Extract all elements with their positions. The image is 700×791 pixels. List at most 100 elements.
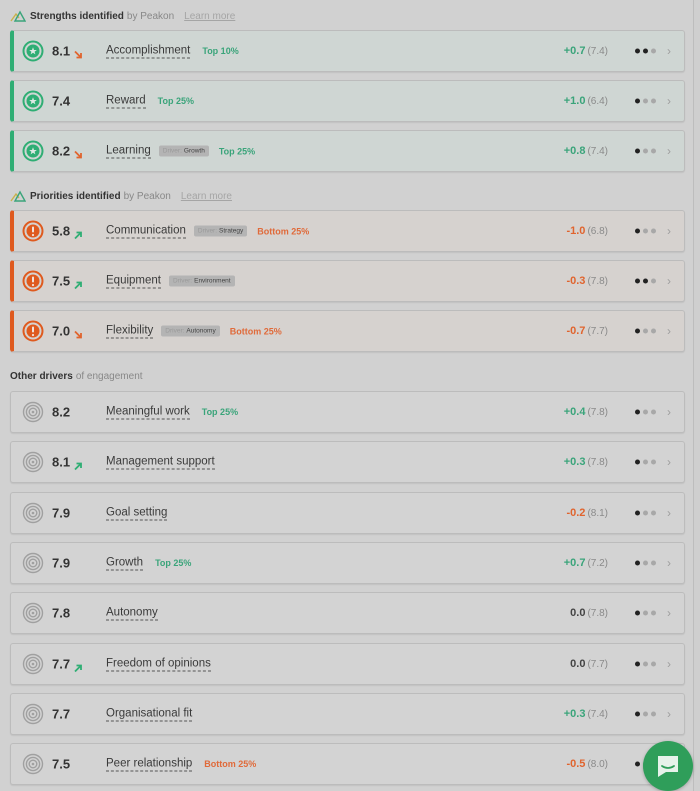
- driver-card[interactable]: 8.2 Meaningful work Top 25% +0.4 (7.8) ›: [10, 391, 685, 433]
- driver-name-link[interactable]: Freedom of opinions: [106, 656, 211, 671]
- chevron-right-icon[interactable]: ›: [667, 657, 671, 671]
- chevron-right-icon[interactable]: ›: [667, 144, 671, 158]
- confidence-dot: [635, 661, 640, 666]
- previous-score: (7.8): [587, 276, 608, 287]
- target-icon: [22, 502, 44, 524]
- confidence-dot: [635, 328, 640, 334]
- priority-card[interactable]: 5.8 Communication Driver: Strategy Bottom 25…: [10, 210, 685, 252]
- confidence-dots: [635, 328, 656, 334]
- driver-name-link[interactable]: Learning: [106, 144, 151, 159]
- confidence-dot: [651, 661, 656, 666]
- chevron-right-icon[interactable]: ›: [667, 556, 671, 570]
- chevron-right-icon[interactable]: ›: [667, 707, 671, 721]
- tag-prefix: Driver:: [165, 327, 185, 335]
- delta-value: -0.5: [566, 758, 586, 771]
- confidence-dot: [643, 328, 648, 334]
- strength-card[interactable]: 8.1 Accomplishment Top 10% +0.7 (7.4) ›: [10, 30, 685, 72]
- driver-meta: Driver: Strategy Bottom 25%: [188, 225, 310, 237]
- driver-name-link[interactable]: Reward: [106, 94, 146, 109]
- confidence-dots: [635, 98, 656, 104]
- previous-score: (8.1): [587, 507, 608, 519]
- driver-name-link[interactable]: Equipment: [106, 274, 161, 289]
- confidence-dot: [643, 98, 648, 104]
- driver-name-link[interactable]: Organisational fit: [106, 706, 193, 722]
- strength-card[interactable]: 7.4 Reward Top 25% +1.0 (6.4) ›: [10, 80, 685, 122]
- exclamation-icon: [22, 220, 44, 242]
- driver-name-link[interactable]: Management support: [106, 455, 215, 470]
- driver-card[interactable]: 7.7 Organisational fit +0.3 (7.4) ›: [10, 692, 685, 735]
- previous-score: (7.4): [587, 146, 608, 157]
- target-icon: [22, 602, 44, 624]
- chevron-right-icon[interactable]: ›: [667, 324, 671, 338]
- section-by: of engagement: [75, 370, 143, 382]
- score-change: +0.4 (7.8): [564, 406, 608, 418]
- rank-badge: Top 25%: [201, 407, 239, 417]
- driver-meta: Driver: Autonomy Bottom 25%: [155, 325, 282, 337]
- chevron-right-icon[interactable]: ›: [667, 224, 671, 238]
- learn-more-link[interactable]: Learn more: [181, 191, 232, 202]
- learn-more-link[interactable]: Learn more: [184, 11, 235, 22]
- score-change: -0.7 (7.7): [566, 325, 608, 337]
- chevron-right-icon[interactable]: ›: [667, 506, 671, 520]
- score-change: 0.0 (7.7): [570, 658, 608, 670]
- driver-card[interactable]: 8.1 Management support +0.3 (7.8) ›: [10, 441, 685, 484]
- driver-meta: Driver: Growth Top 25%: [153, 145, 255, 157]
- confidence-dots: [635, 560, 656, 566]
- confidence-dot: [643, 560, 648, 566]
- previous-score: (7.7): [587, 658, 608, 670]
- driver-name-link[interactable]: Goal setting: [106, 505, 168, 521]
- section-by: by Peakon: [126, 10, 175, 22]
- driver-score: 8.1: [52, 43, 71, 59]
- driver-name-link[interactable]: Growth: [106, 555, 144, 571]
- driver-card[interactable]: 7.5Peer relationshipBottom 25%-0.5(8.0)›: [10, 743, 685, 786]
- driver-meta: Top 25%: [192, 407, 238, 417]
- star-icon: [22, 140, 44, 162]
- chevron-right-icon[interactable]: ›: [667, 606, 671, 620]
- chevron-right-icon[interactable]: ›: [667, 405, 671, 419]
- delta-value: +0.3: [563, 707, 586, 720]
- confidence-dots: [635, 409, 656, 415]
- confidence-dot: [643, 459, 648, 465]
- driver-name-link[interactable]: Peer relationship: [106, 757, 193, 772]
- rank-badge: Bottom 25%: [229, 326, 282, 336]
- confidence-dot: [635, 510, 640, 516]
- driver-meta: Bottom 25%: [194, 759, 256, 769]
- confidence-dots: [635, 510, 656, 516]
- confidence-dot: [635, 48, 640, 54]
- chat-button[interactable]: [643, 741, 693, 791]
- confidence-dots: [635, 610, 656, 616]
- chevron-right-icon[interactable]: ›: [667, 274, 671, 288]
- chevron-right-icon[interactable]: ›: [667, 455, 671, 469]
- driver-name-link[interactable]: Autonomy: [106, 606, 158, 621]
- confidence-dot: [651, 459, 656, 465]
- priority-card[interactable]: 7.0 Flexibility Driver: Autonomy Bottom 25% -…: [10, 310, 685, 352]
- target-icon: [22, 653, 44, 675]
- driver-name-link[interactable]: Flexibility: [106, 324, 154, 339]
- driver-name-link[interactable]: Communication: [106, 224, 186, 239]
- driver-card[interactable]: 7.7 Freedom of opinions 0.0 (7.7) ›: [10, 642, 685, 685]
- strength-card[interactable]: 8.2 Learning Driver: Growth Top 25% +0.8 (7.4)…: [10, 130, 685, 172]
- section-by: by Peakon: [123, 190, 171, 202]
- delta-value: +0.4: [563, 406, 586, 418]
- driver-name-link[interactable]: Meaningful work: [106, 405, 190, 420]
- tag-prefix: Driver:: [172, 277, 193, 285]
- rank-badge: Bottom 25%: [257, 226, 310, 236]
- trend-up-icon: [73, 277, 83, 290]
- chevron-right-icon[interactable]: ›: [667, 94, 671, 108]
- confidence-dot: [651, 228, 656, 234]
- confidence-dot: [643, 510, 648, 516]
- driver-score: 7.7: [52, 656, 71, 671]
- chevron-right-icon[interactable]: ›: [667, 44, 671, 58]
- confidence-dot: [635, 560, 640, 566]
- driver-tag: Driver: Growth: [158, 145, 209, 157]
- strengths-header: Strengths identified by Peakon Learn mor…: [10, 8, 235, 24]
- driver-meta: Top 10%: [192, 46, 238, 56]
- delta-value: -0.3: [566, 275, 586, 287]
- confidence-dots: [635, 459, 656, 465]
- driver-card[interactable]: 7.9 Goal setting -0.2 (8.1) ›: [10, 491, 685, 534]
- driver-card[interactable]: 7.9 Growth Top 25% +0.7 (7.2) ›: [10, 541, 685, 584]
- priority-card[interactable]: 7.5 Equipment Driver: Environment -0.3 (7.8) ›: [10, 260, 685, 302]
- previous-score: (7.2): [587, 557, 608, 569]
- driver-card[interactable]: 7.8 Autonomy 0.0 (7.8) ›: [10, 592, 685, 635]
- driver-name-link[interactable]: Accomplishment: [106, 44, 191, 59]
